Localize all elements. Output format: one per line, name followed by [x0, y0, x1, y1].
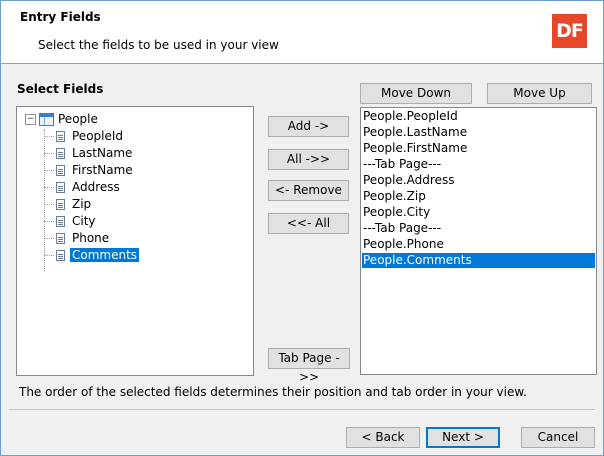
tab-page-button[interactable]: Tab Page ->> — [268, 348, 350, 384]
tree-item-label: FirstName — [72, 163, 133, 177]
tree-root-people[interactable]: − People — [25, 111, 98, 127]
field-icon — [56, 164, 65, 176]
tree-item-peopleid[interactable]: PeopleId — [44, 128, 125, 144]
divider — [9, 409, 595, 410]
select-fields-label: Select Fields — [17, 82, 104, 96]
page-title: Entry Fields — [20, 10, 101, 24]
collapse-icon[interactable]: − — [25, 113, 36, 125]
list-item-selected[interactable]: People.Comments — [362, 253, 595, 268]
fields-tree[interactable]: − People PeopleId LastName FirstName Add… — [16, 106, 254, 376]
tree-connector — [44, 220, 54, 222]
list-item[interactable]: ---Tab Page--- — [362, 157, 595, 172]
tree-item-zip[interactable]: Zip — [44, 196, 93, 212]
list-item[interactable]: People.Address — [362, 173, 595, 188]
remove-all-button[interactable]: <<- All — [268, 213, 349, 234]
selected-fields-list[interactable]: People.PeopleId People.LastName People.F… — [360, 107, 597, 375]
tree-connector — [44, 169, 54, 171]
field-icon — [56, 249, 65, 261]
tree-item-comments[interactable]: Comments — [44, 247, 140, 263]
field-icon — [56, 215, 65, 227]
list-item[interactable]: People.LastName — [362, 125, 595, 140]
remove-button[interactable]: <- Remove — [268, 180, 349, 201]
page-subtitle: Select the fields to be used in your vie… — [38, 38, 279, 52]
move-down-button[interactable]: Move Down — [360, 83, 472, 104]
add-all-button[interactable]: All ->> — [268, 149, 349, 170]
wizard-header: Entry Fields Select the fields to be use… — [1, 1, 603, 64]
add-button[interactable]: Add -> — [268, 116, 349, 137]
tree-connector — [44, 152, 54, 154]
field-icon — [56, 130, 65, 142]
list-item[interactable]: People.FirstName — [362, 141, 595, 156]
list-item[interactable]: People.City — [362, 205, 595, 220]
tree-root-label: People — [58, 112, 98, 126]
field-icon — [56, 181, 65, 193]
table-icon — [39, 112, 54, 126]
tree-item-label: Comments — [70, 248, 140, 262]
tree-item-label: PeopleId — [72, 129, 124, 143]
list-item[interactable]: People.PeopleId — [362, 109, 595, 124]
tree-item-label: Address — [72, 180, 120, 194]
tree-item-firstname[interactable]: FirstName — [44, 162, 135, 178]
tree-connector — [44, 186, 54, 188]
info-text: The order of the selected fields determi… — [19, 385, 527, 399]
tree-item-label: LastName — [72, 146, 133, 160]
move-up-button[interactable]: Move Up — [487, 83, 592, 104]
tree-item-phone[interactable]: Phone — [44, 230, 111, 246]
tree-item-label: Zip — [72, 197, 92, 211]
list-item[interactable]: People.Zip — [362, 189, 595, 204]
back-button[interactable]: < Back — [346, 427, 420, 448]
tree-connector — [44, 237, 54, 239]
tree-connector — [44, 135, 54, 137]
tree-item-lastname[interactable]: LastName — [44, 145, 134, 161]
field-icon — [56, 198, 65, 210]
next-button[interactable]: Next > — [426, 427, 500, 448]
cancel-button[interactable]: Cancel — [521, 427, 595, 448]
field-icon — [56, 232, 65, 244]
tree-connector — [44, 203, 54, 205]
tree-connector — [44, 254, 54, 256]
list-item[interactable]: People.Phone — [362, 237, 595, 252]
tree-item-label: City — [72, 214, 96, 228]
tree-item-address[interactable]: Address — [44, 179, 122, 195]
list-item[interactable]: ---Tab Page--- — [362, 221, 595, 236]
tree-item-label: Phone — [72, 231, 110, 245]
df-logo-icon: DF — [552, 14, 587, 48]
wizard-window: Entry Fields Select the fields to be use… — [0, 0, 604, 456]
tree-item-city[interactable]: City — [44, 213, 98, 229]
field-icon — [56, 147, 65, 159]
